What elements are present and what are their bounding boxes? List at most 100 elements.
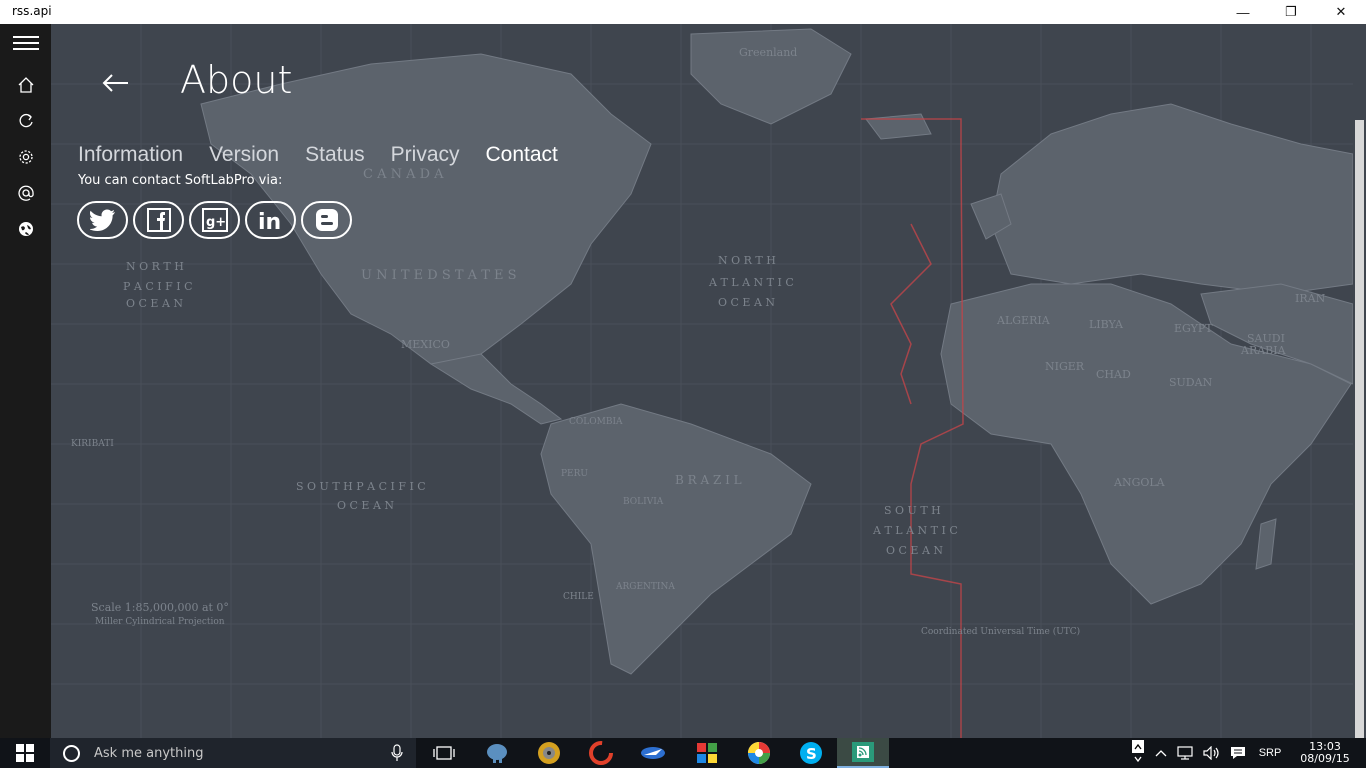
- taskbar-app-skype[interactable]: S: [785, 738, 837, 768]
- microphone-icon[interactable]: [390, 744, 404, 762]
- about-tabs: Information Version Status Privacy Conta…: [78, 143, 558, 167]
- about-nav-button[interactable]: [0, 211, 51, 247]
- tab-privacy[interactable]: Privacy: [391, 143, 460, 167]
- map-label-north-pacific: N O R T H: [126, 260, 184, 273]
- map-label-algeria: ALGERIA: [996, 314, 1051, 327]
- taskbar-app-airplane[interactable]: [627, 738, 679, 768]
- taskbar-app-disc[interactable]: [523, 738, 575, 768]
- map-label-iran: IRAN: [1295, 292, 1326, 305]
- twitter-button[interactable]: [77, 201, 128, 239]
- rss-app-icon: [852, 742, 874, 762]
- side-navigation: [0, 24, 51, 738]
- map-label-chad: CHAD: [1096, 368, 1131, 381]
- taskbar-app-picasa[interactable]: [733, 738, 785, 768]
- tab-information[interactable]: Information: [78, 143, 183, 167]
- show-hidden-icons-button[interactable]: [1152, 738, 1170, 768]
- cortana-icon: [63, 745, 80, 762]
- chevron-up-down-icon: [1132, 740, 1144, 763]
- map-label-brazil: B R A Z I L: [675, 473, 742, 487]
- contact-nav-button[interactable]: [0, 175, 51, 211]
- refresh-icon: [19, 113, 33, 128]
- tab-status[interactable]: Status: [305, 143, 365, 167]
- google-plus-button[interactable]: g+: [189, 201, 240, 239]
- search-placeholder: Ask me anything: [94, 746, 204, 761]
- clock-date: 08/09/15: [1300, 752, 1350, 765]
- network-icon: [1177, 746, 1193, 760]
- language-text: SRP: [1258, 747, 1282, 759]
- blogger-icon: [315, 209, 338, 231]
- map-scale-text: Scale 1:85,000,000 at 0°: [91, 601, 229, 614]
- language-indicator[interactable]: SRP: [1252, 738, 1288, 768]
- home-icon: [18, 77, 33, 93]
- contact-description: You can contact SoftLabPro via:: [78, 173, 283, 188]
- map-label-ocean-3: O C E A N: [337, 499, 394, 512]
- map-label-egypt: EGYPT: [1174, 322, 1213, 335]
- facebook-button[interactable]: [133, 201, 184, 239]
- svg-text:g+: g+: [206, 215, 226, 230]
- map-label-greenland: Greenland: [739, 46, 797, 59]
- refresh-button[interactable]: [0, 103, 51, 139]
- hamburger-menu-button[interactable]: [0, 25, 51, 61]
- volume-tray-button[interactable]: [1200, 738, 1224, 768]
- blogger-button[interactable]: [301, 201, 352, 239]
- world-map-background: Greenland C A N A D A U N I T E D S T A …: [51, 24, 1353, 738]
- minimize-button[interactable]: —: [1220, 0, 1266, 24]
- map-utc-text: Coordinated Universal Time (UTC): [921, 626, 1080, 637]
- start-button[interactable]: [0, 738, 50, 768]
- vertical-scrollbar[interactable]: [1353, 24, 1366, 738]
- map-projection-text: Miller Cylindrical Projection: [95, 617, 225, 627]
- back-button[interactable]: [100, 70, 132, 98]
- home-button[interactable]: [0, 67, 51, 103]
- map-label-argentina: ARGENTINA: [615, 582, 675, 592]
- minimize-icon: —: [1236, 4, 1250, 20]
- close-button[interactable]: ✕: [1318, 0, 1364, 24]
- at-sign-icon: [17, 185, 34, 201]
- action-center-button[interactable]: [1226, 738, 1250, 768]
- restore-icon: ❐: [1285, 4, 1297, 19]
- settings-button[interactable]: [0, 139, 51, 175]
- globe-icon: [18, 222, 33, 236]
- taskbar-app-ccleaner[interactable]: [575, 738, 627, 768]
- windows-taskbar: Ask me anything S SRP 13:03 08/09/15: [0, 738, 1366, 768]
- main-content: Greenland C A N A D A U N I T E D S T A …: [51, 24, 1353, 738]
- map-label-pacific: P A C I F I C: [123, 280, 192, 293]
- tab-version[interactable]: Version: [209, 143, 279, 167]
- map-label-kiribati: KIRIBATI: [71, 439, 114, 449]
- back-arrow-icon: [102, 74, 128, 92]
- map-label-chile: CHILE: [563, 592, 594, 602]
- map-label-bolivia: BOLIVIA: [623, 497, 664, 507]
- map-label-sudan: SUDAN: [1169, 376, 1213, 389]
- taskbar-app-rss-active[interactable]: [837, 738, 889, 768]
- map-label-libya: LIBYA: [1089, 318, 1124, 331]
- map-label-ocean-4: O C E A N: [886, 544, 943, 557]
- taskbar-app-store[interactable]: [681, 738, 733, 768]
- scrollbar-track[interactable]: [1355, 120, 1364, 738]
- hamburger-menu-icon: [12, 36, 39, 50]
- picasa-icon: [748, 742, 770, 764]
- tab-contact[interactable]: Contact: [486, 143, 558, 167]
- facebook-icon: [146, 208, 171, 232]
- map-label-atlantic: A T L A N T I C: [708, 276, 794, 289]
- taskbar-clock[interactable]: 13:03 08/09/15: [1296, 741, 1354, 765]
- network-tray-button[interactable]: [1174, 738, 1198, 768]
- map-label-south-pacific: S O U T H P A C I F I C: [296, 480, 426, 493]
- windows-logo-icon: [16, 744, 34, 762]
- page-title: About: [180, 58, 293, 102]
- window-title: rss.api: [12, 4, 52, 18]
- linkedin-icon: in: [258, 210, 281, 232]
- cortana-search-box[interactable]: Ask me anything: [50, 738, 416, 768]
- task-view-button[interactable]: [418, 738, 470, 768]
- store-app-icon: [697, 743, 717, 763]
- map-label-ocean-2: O C E A N: [718, 296, 775, 309]
- window-titlebar: rss.api — ❐ ✕: [0, 0, 1366, 24]
- task-view-icon: [433, 746, 455, 760]
- chevron-up-icon: [1155, 750, 1167, 757]
- restore-button[interactable]: ❐: [1268, 0, 1314, 24]
- taskbar-app-elephant[interactable]: [471, 738, 523, 768]
- tray-scroll-buttons[interactable]: [1128, 738, 1148, 768]
- map-label-north-atlantic: N O R T H: [718, 254, 776, 267]
- skype-icon: S: [800, 742, 822, 764]
- svg-text:S: S: [806, 745, 817, 763]
- linkedin-button[interactable]: in: [245, 201, 296, 239]
- map-label-angola: ANGOLA: [1113, 476, 1166, 489]
